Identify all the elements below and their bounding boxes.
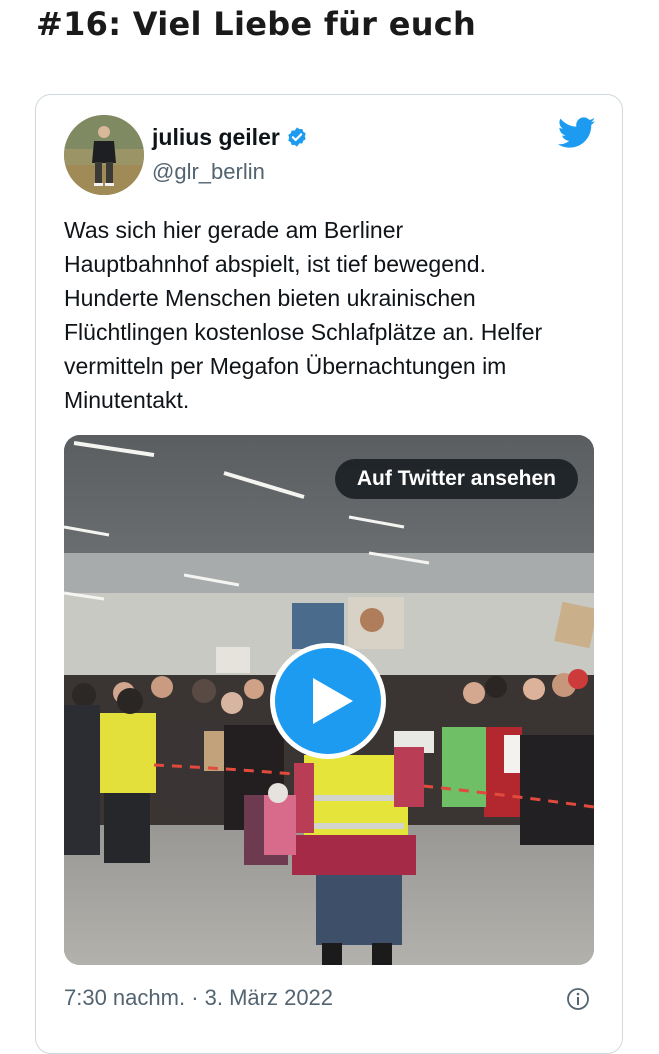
article-heading: #16: Viel Liebe für euch: [36, 5, 477, 43]
play-icon: [313, 678, 353, 724]
author-handle[interactable]: @glr_berlin: [152, 157, 265, 187]
tweet-card[interactable]: julius geiler @glr_berlin Was sich hier …: [35, 94, 623, 1054]
author-name-text[interactable]: julius geiler: [152, 122, 280, 152]
avatar[interactable]: [64, 115, 144, 195]
info-icon[interactable]: [566, 987, 590, 1011]
tweet-text: Was sich hier gerade am Berliner Hauptba…: [64, 217, 543, 413]
verified-badge-icon: [288, 127, 306, 147]
tweet-timestamp[interactable]: 7:30 nachm. · 3. März 2022: [64, 983, 333, 1013]
video-player[interactable]: Auf Twitter ansehen: [64, 435, 594, 965]
watch-on-twitter-button[interactable]: Auf Twitter ansehen: [334, 459, 578, 499]
twitter-bird-icon[interactable]: [558, 117, 596, 149]
play-button[interactable]: [270, 643, 386, 759]
author-name[interactable]: julius geiler: [152, 122, 308, 152]
avatar-photo: [64, 115, 144, 195]
